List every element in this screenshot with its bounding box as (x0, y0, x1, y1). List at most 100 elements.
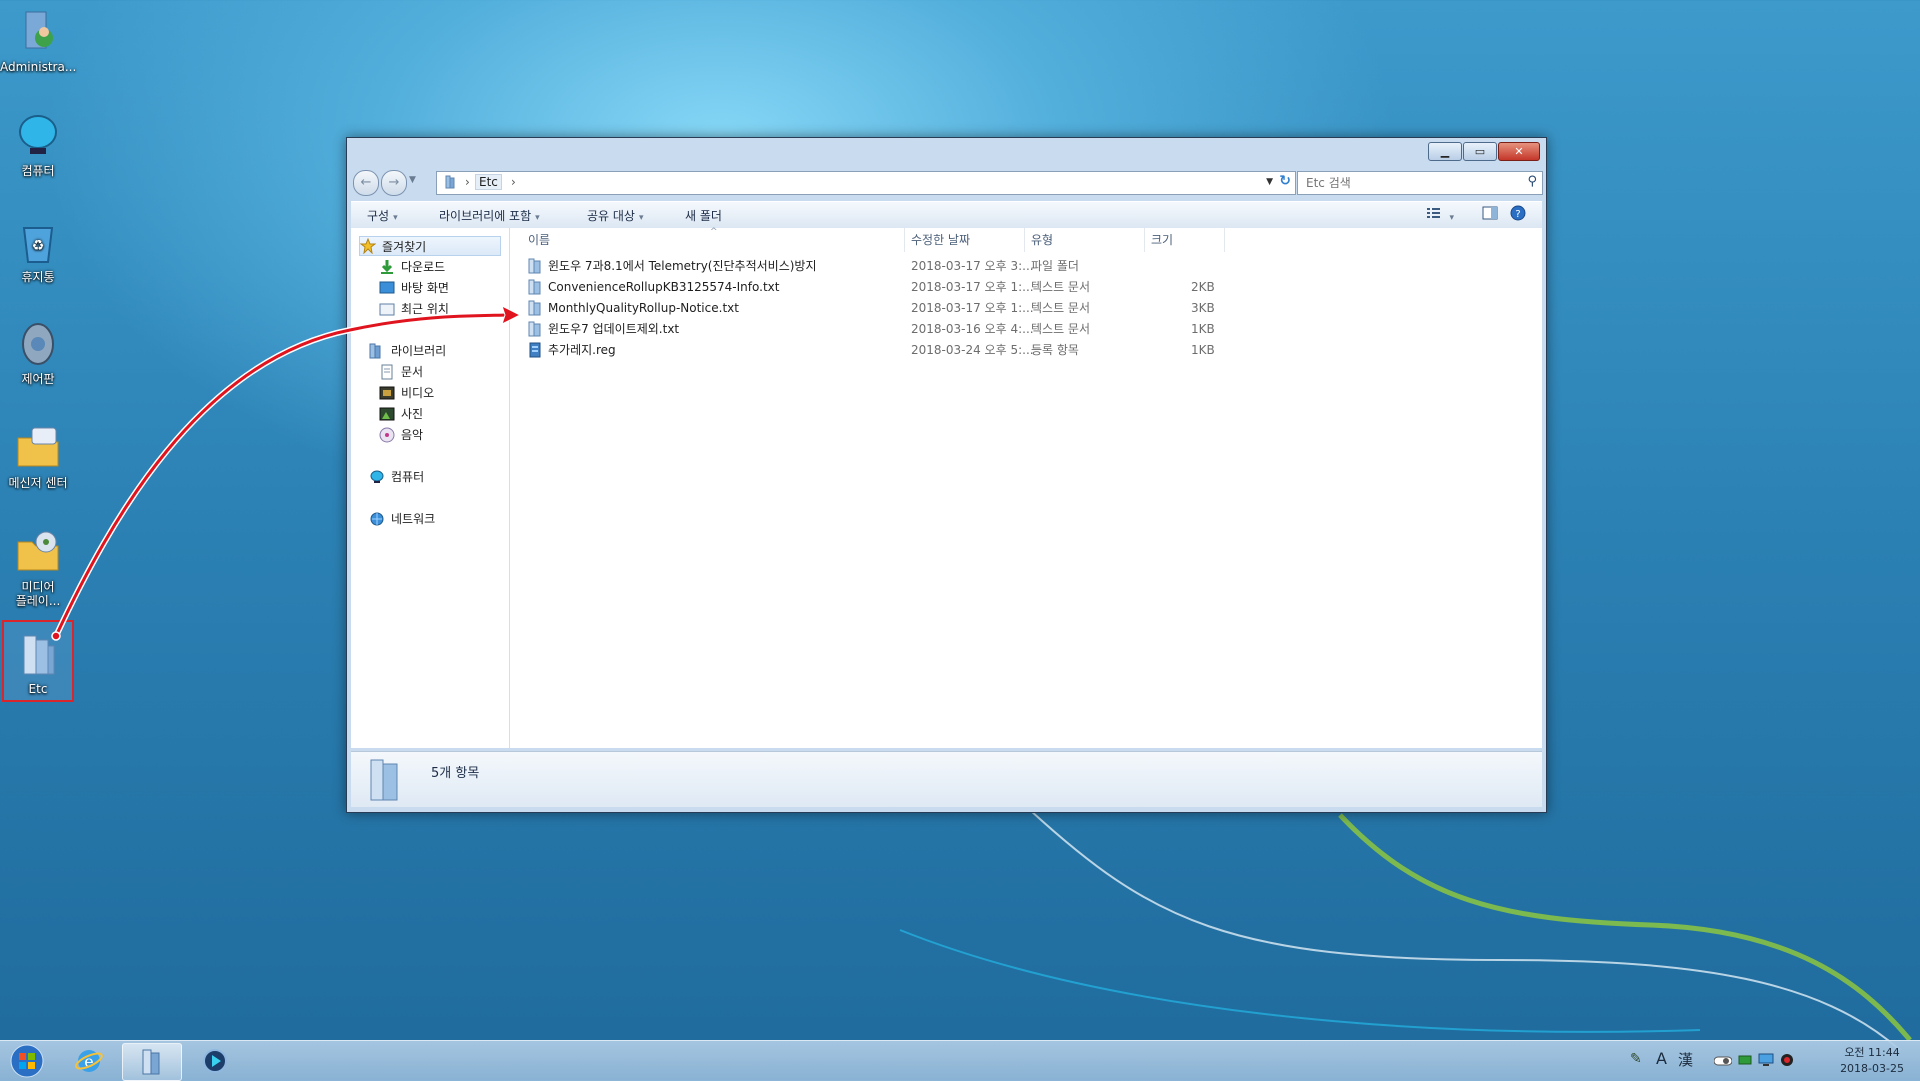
text-file-icon (528, 279, 542, 295)
file-row[interactable]: 윈도우7 업데이트제외.txt 2018-03-16 오후 4:... 텍스트 … (510, 319, 1215, 339)
forward-button[interactable]: → (381, 170, 407, 196)
ime-hanja[interactable]: 漢 (1678, 1049, 1693, 1070)
internet-explorer-icon: e (75, 1050, 103, 1072)
file-size: 2KB (1191, 280, 1215, 294)
column-header-name[interactable]: 이름 ^ (510, 227, 905, 252)
desktop-icon-media-player[interactable]: 미디어 플레이... (0, 528, 76, 608)
file-list[interactable]: 이름 ^ 수정한 날짜 유형 크기 윈도우 7과8.1에서 Telemetry(진… (510, 227, 1542, 748)
desktop-icon-administrator[interactable]: Administra... (0, 8, 76, 74)
nav-recent-places[interactable]: 최근 위치 (379, 300, 449, 317)
breadcrumb-etc[interactable]: Etc (475, 174, 502, 190)
ime-mode-a[interactable]: A (1656, 1049, 1667, 1068)
desktop-icon-label: 제어판 (21, 372, 55, 386)
explorer-window[interactable]: ▁ ▭ ✕ ← → ▼ › Etc › ▼ ↻ ⚲ 구성▾ 라이브러리에 포함▾… (346, 137, 1547, 813)
recent-places-icon (379, 301, 395, 317)
library-folder-icon (14, 630, 62, 678)
file-row[interactable]: MonthlyQualityRollup-Notice.txt 2018-03-… (510, 298, 1215, 318)
organize-button[interactable]: 구성 ▾ (367, 207, 398, 224)
desktop-icon-label: 메신저 센터 (8, 476, 68, 490)
pen-tray-icon[interactable]: ✎ (1630, 1051, 1642, 1067)
column-header-size[interactable]: 크기 (1145, 228, 1225, 252)
clock-date: 2018-03-25 (1840, 1062, 1904, 1075)
share-with-button[interactable]: 공유 대상 ▾ (587, 207, 644, 224)
desktop-icon-recycle-bin[interactable]: ♻ 휴지통 (0, 218, 76, 284)
content-area: 즐겨찾기 다운로드 바탕 화면 최근 위치 라이브러리 문서 비디오 사진 음악… (351, 227, 1542, 748)
nav-pictures[interactable]: 사진 (379, 405, 423, 422)
search-field[interactable]: ⚲ (1297, 171, 1543, 195)
column-header-modified[interactable]: 수정한 날짜 (905, 228, 1025, 252)
media-player-icon (203, 1049, 227, 1073)
start-button[interactable] (0, 1043, 54, 1079)
nav-network[interactable]: 네트워크 (369, 510, 435, 527)
file-type: 파일 폴더 (1031, 259, 1079, 273)
clock[interactable]: 오전 11:44 2018-03-25 (1840, 1045, 1904, 1077)
nav-videos[interactable]: 비디오 (379, 384, 434, 401)
desktop-icon-computer[interactable]: 컴퓨터 (0, 112, 76, 178)
library-icon (445, 175, 459, 192)
address-dropdown-icon[interactable]: ▼ (1266, 177, 1273, 187)
navigation-pane[interactable]: 즐겨찾기 다운로드 바탕 화면 최근 위치 라이브러리 문서 비디오 사진 음악… (351, 228, 510, 748)
library-folder-icon (528, 258, 542, 274)
desktop-icon-label: Etc (28, 682, 48, 696)
toggle-tray-icon[interactable] (1713, 1055, 1733, 1069)
file-row[interactable]: ConvenienceRollupKB3125574-Info.txt 2018… (510, 277, 1215, 297)
taskbar-explorer[interactable] (122, 1043, 182, 1081)
close-button[interactable]: ✕ (1498, 142, 1540, 161)
nav-label: 바탕 화면 (401, 281, 449, 295)
nav-label: 네트워크 (391, 512, 436, 526)
help-icon[interactable]: ? (1510, 205, 1526, 224)
desktop-icon-messenger-center[interactable]: 메신저 센터 (0, 424, 76, 490)
file-type: 텍스트 문서 (1031, 322, 1091, 336)
user-folder-icon (14, 8, 62, 56)
view-options-icon[interactable]: ▾ (1426, 206, 1454, 223)
windows-logo-icon (10, 1044, 44, 1078)
nav-favorites[interactable]: 즐겨찾기 (359, 236, 501, 256)
nav-libraries[interactable]: 라이브러리 (369, 342, 446, 359)
nav-downloads[interactable]: 다운로드 (379, 258, 445, 275)
file-size: 1KB (1191, 343, 1215, 357)
media-folder-icon (14, 528, 62, 576)
desktop-icon-etc[interactable]: Etc (2, 620, 74, 702)
file-modified: 2018-03-17 오후 1:... (911, 301, 1034, 315)
search-input[interactable] (1304, 172, 1508, 194)
column-header-type[interactable]: 유형 (1025, 228, 1145, 252)
nav-desktop[interactable]: 바탕 화면 (379, 279, 449, 296)
documents-icon (379, 364, 395, 380)
breadcrumb-separator[interactable]: › (511, 175, 516, 189)
taskbar-internet-explorer[interactable]: e (60, 1043, 118, 1079)
desktop-icon-control-panel[interactable]: 제어판 (0, 320, 76, 386)
text-file-icon (528, 321, 542, 337)
taskbar-media-player[interactable] (186, 1043, 244, 1079)
back-button[interactable]: ← (353, 170, 379, 196)
monitor-tray-icon[interactable] (1758, 1053, 1774, 1070)
svg-text:?: ? (1515, 209, 1520, 220)
address-bar[interactable]: › Etc › ▼ ↻ (436, 171, 1296, 195)
preview-pane-icon[interactable] (1482, 206, 1498, 223)
recent-pages-dropdown[interactable]: ▼ (409, 175, 416, 185)
nav-label: 문서 (401, 365, 424, 379)
breadcrumb-separator[interactable]: › (465, 175, 470, 189)
network-icon (369, 511, 385, 527)
messenger-folder-icon (14, 424, 62, 472)
desktop-icon-label: 미디어 플레이... (15, 580, 61, 608)
include-in-library-button[interactable]: 라이브러리에 포함 ▾ (439, 207, 540, 224)
title-bar[interactable]: ▁ ▭ ✕ (347, 138, 1546, 166)
search-icon[interactable]: ⚲ (1527, 174, 1537, 189)
minimize-button[interactable]: ▁ (1428, 142, 1462, 161)
nav-documents[interactable]: 문서 (379, 363, 423, 380)
file-row[interactable]: 추가레지.reg 2018-03-24 오후 5:... 등록 항목 1KB (510, 340, 1215, 360)
nav-label: 즐겨찾기 (382, 239, 427, 254)
security-tray-icon[interactable] (1780, 1053, 1794, 1070)
network-tray-icon[interactable] (1738, 1053, 1752, 1070)
desktop-icon-label: 휴지통 (21, 270, 55, 284)
nav-music[interactable]: 음악 (379, 426, 423, 443)
maximize-button[interactable]: ▭ (1463, 142, 1497, 161)
nav-computer[interactable]: 컴퓨터 (369, 468, 424, 485)
refresh-icon[interactable]: ↻ (1279, 173, 1291, 189)
nav-label: 음악 (401, 428, 424, 442)
clock-time: 오전 11:44 (1844, 1046, 1900, 1059)
file-row[interactable]: 윈도우 7과8.1에서 Telemetry(진단추적서비스)방지 2018-03… (510, 256, 1210, 276)
address-row: ← → ▼ › Etc › ▼ ↻ ⚲ (351, 167, 1543, 197)
file-modified: 2018-03-17 오후 1:... (911, 280, 1034, 294)
file-name: ConvenienceRollupKB3125574-Info.txt (548, 280, 780, 294)
